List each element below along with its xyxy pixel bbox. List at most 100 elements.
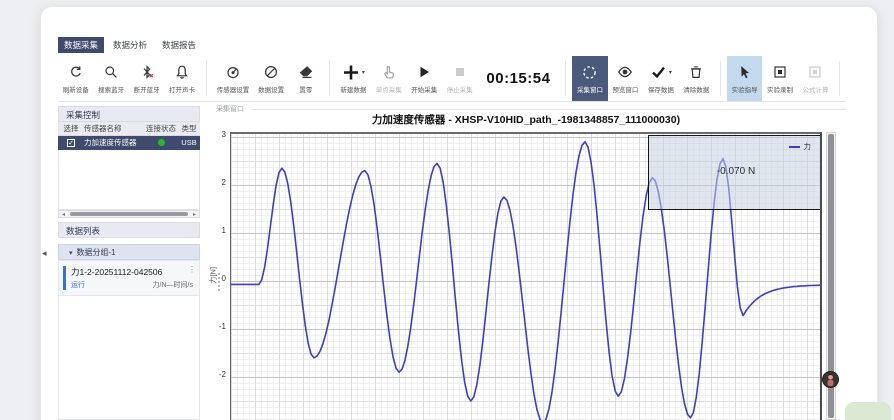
cursor-icon: [737, 64, 753, 81]
chevron-down-icon[interactable]: ▾: [669, 69, 672, 76]
toolbar-divider: [839, 61, 840, 96]
trash-icon: [688, 64, 704, 81]
tab-data-report[interactable]: 数据报告: [156, 37, 202, 53]
toolbar-button-data-settings[interactable]: 数据设置: [253, 56, 288, 101]
y-tick-label: 3: [214, 130, 226, 139]
data-settings-icon: [263, 64, 279, 81]
toolbar-button-sensor[interactable]: 传感器设置: [213, 56, 254, 101]
data-list-body: [58, 296, 200, 420]
toolbar-button-label: 单点采集: [376, 84, 402, 94]
col-type: 类型: [178, 122, 200, 135]
tab-data-analysis[interactable]: 数据分析: [107, 37, 153, 53]
toolbar-button-search[interactable]: 搜索蓝牙: [93, 56, 128, 101]
toolbar-button-label: 打开声卡: [169, 84, 195, 94]
toolbar-button-play[interactable]: 开始采集: [407, 56, 442, 101]
assistant-avatar-button[interactable]: [822, 371, 839, 388]
tab-data-capture[interactable]: 数据采集: [58, 37, 104, 53]
horizontal-scrollbar[interactable]: ◂ ▸: [58, 210, 200, 218]
toolbar-button-refresh[interactable]: 刷新设备: [58, 56, 93, 101]
toolbar-button-label: 数据设置: [258, 84, 284, 94]
chart-plot-area[interactable]: -0.070 N 力: [230, 132, 822, 420]
hand-icon: [381, 64, 397, 81]
toolbar-divider: [720, 61, 721, 96]
selection-value: -0.070 N: [649, 166, 822, 177]
sensor-type: USB: [178, 136, 200, 150]
toolbar-button-formula[interactable]: 公式计算: [798, 56, 833, 101]
toolbar-button-plus[interactable]: ▾ 新建数据: [336, 56, 371, 101]
sensor-name: 力加速度传感器: [84, 136, 144, 150]
toolbar-button-label: 新建数据: [340, 84, 366, 94]
toolbar-button-label: 预览窗口: [612, 84, 638, 94]
item-title: 力1-2-20251112-042506: [71, 266, 162, 278]
stop-icon: [452, 64, 468, 81]
sensor-table-header: 选择 传感器名称 连接状态 类型: [58, 122, 200, 136]
check-icon: ▾: [650, 64, 672, 81]
bell-icon: [174, 64, 190, 81]
toolbar-button-hand[interactable]: 单点采集: [371, 56, 406, 101]
toolbar: 刷新设备搜索蓝牙断开蓝牙打开声卡 传感器设置数据设置 置零 ▾ 新建数据单点采集开始采集…: [58, 56, 846, 102]
capture-control-header: 采集控制: [58, 106, 200, 122]
record-icon: [772, 64, 788, 81]
item-accent-bar: [63, 266, 66, 290]
formula-icon: [807, 64, 823, 81]
y-tick-label: -2: [214, 370, 226, 379]
scroll-left-icon[interactable]: ◂: [59, 211, 68, 218]
toolbar-button-label: 实验录制: [767, 84, 793, 94]
toolbar-button-label: 清除数据: [683, 84, 709, 94]
data-group-label: 数据分组-1: [77, 248, 116, 257]
scroll-right-icon[interactable]: ▸: [190, 211, 199, 218]
toolbar-button-label: 置零: [299, 84, 312, 94]
tree-caret-icon[interactable]: ▾: [69, 250, 73, 257]
chevron-down-icon[interactable]: ▾: [362, 69, 365, 76]
refresh-icon: [68, 64, 84, 81]
toolbar-button-dashed-circle[interactable]: 采集窗口: [572, 56, 607, 101]
toolbar-button-cursor[interactable]: 实验指导: [727, 56, 762, 101]
chart-title: 力加速度传感器 - XHSP-V10HID_path_-1981348857_1…: [230, 112, 822, 127]
play-icon: [416, 64, 432, 81]
toolbar-button-bell[interactable]: 打开声卡: [164, 56, 199, 101]
item-status: 运行: [71, 280, 85, 290]
item-more-icon[interactable]: ⋮: [188, 265, 196, 274]
toolbar-button-label: 保存数据: [648, 84, 674, 94]
sensor-table: 选择 传感器名称 连接状态 类型 ✓ 力加速度传感器 USB: [58, 122, 200, 150]
toolbar-button-bluetooth-off[interactable]: 断开蓝牙: [129, 56, 164, 101]
sensor-table-body: [58, 150, 200, 210]
y-tick-label: 0: [214, 274, 226, 283]
capture-timer: 00:15:54: [477, 56, 559, 101]
toolbar-button-label: 采集窗口: [577, 84, 603, 94]
y-tick-label: 1: [214, 226, 226, 235]
toolbar-button-stop[interactable]: 停止采集: [442, 56, 477, 101]
toolbar-button-record[interactable]: 实验录制: [762, 56, 797, 101]
toolbar-button-trash[interactable]: 清除数据: [679, 56, 714, 101]
toolbar-button-label: 停止采集: [447, 84, 473, 94]
data-group-row[interactable]: ▾ 数据分组-1: [58, 244, 200, 260]
app-window: 数据采集 数据分析 数据报告 刷新设备搜索蓝牙断开蓝牙打开声卡 传感器设置数据设置…: [0, 0, 894, 420]
sensor-checkbox[interactable]: ✓: [67, 139, 75, 147]
toolbar-button-zero[interactable]: 置零: [289, 56, 323, 101]
toolbar-divider: [206, 61, 207, 96]
toolbar-divider: [565, 61, 566, 96]
item-series: 力/N—时间/s: [153, 280, 193, 290]
zero-icon: [298, 64, 314, 81]
tab-bar: 数据采集 数据分析 数据报告: [58, 37, 202, 53]
sensor-icon: [225, 64, 241, 81]
sensor-row[interactable]: ✓ 力加速度传感器 USB: [58, 136, 200, 150]
status-dot: [158, 139, 165, 146]
toolbar-button-check[interactable]: ▾ 保存数据: [643, 56, 678, 101]
toolbar-button-label: 刷新设备: [63, 84, 89, 94]
data-list-item[interactable]: 力1-2-20251112-042506 ⋮ 运行 力/N—时间/s: [58, 260, 200, 296]
toolbar-button-label: 传感器设置: [217, 84, 250, 94]
search-icon: [103, 64, 119, 81]
col-select: 选择: [58, 122, 84, 135]
panel-collapse-icon[interactable]: ◂: [42, 248, 47, 259]
legend-label: 力: [804, 141, 812, 152]
col-status: 连接状态: [144, 122, 178, 135]
toolbar-button-eye[interactable]: 预览窗口: [608, 56, 643, 101]
y-tick-label: 2: [214, 178, 226, 187]
data-list-header: 数据列表: [58, 222, 200, 238]
toolbar-divider: [329, 61, 330, 96]
corner-widget[interactable]: [845, 402, 891, 420]
scrollbar-thumb[interactable]: [70, 212, 188, 216]
toolbar-button-label: 公式计算: [802, 84, 828, 94]
person-icon: [823, 372, 838, 387]
